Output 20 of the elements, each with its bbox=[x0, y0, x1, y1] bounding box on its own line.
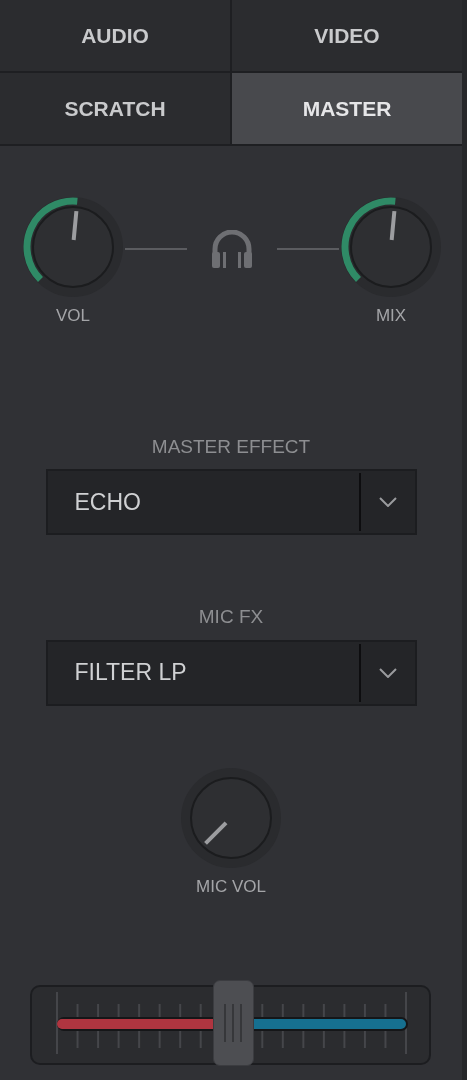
chevron-down-icon bbox=[378, 497, 397, 507]
tab[interactable]: AUDIO bbox=[0, 0, 230, 71]
effect-dropdown[interactable]: ECHO bbox=[45, 469, 417, 535]
knob-label: MIX bbox=[375, 305, 407, 327]
connector-line bbox=[277, 247, 339, 250]
tab[interactable]: MASTER bbox=[232, 73, 462, 144]
knob[interactable] bbox=[339, 195, 443, 299]
headphones-icon bbox=[211, 229, 253, 268]
tab[interactable]: VIDEO bbox=[232, 0, 462, 71]
effect-dropdown[interactable]: FILTER LP bbox=[45, 639, 417, 706]
tab[interactable]: SCRATCH bbox=[0, 73, 230, 144]
knob-label: VOL bbox=[56, 305, 90, 327]
connector-line bbox=[125, 247, 187, 250]
crossfader-thumb[interactable] bbox=[212, 980, 254, 1066]
crossfader[interactable] bbox=[57, 979, 408, 1067]
section-label: MASTER EFFECT bbox=[151, 434, 311, 459]
chevron-down-icon bbox=[378, 667, 397, 678]
knob-label: MIC VOL bbox=[196, 875, 266, 898]
knob[interactable] bbox=[21, 195, 125, 299]
section-label: MIC FX bbox=[198, 605, 264, 629]
